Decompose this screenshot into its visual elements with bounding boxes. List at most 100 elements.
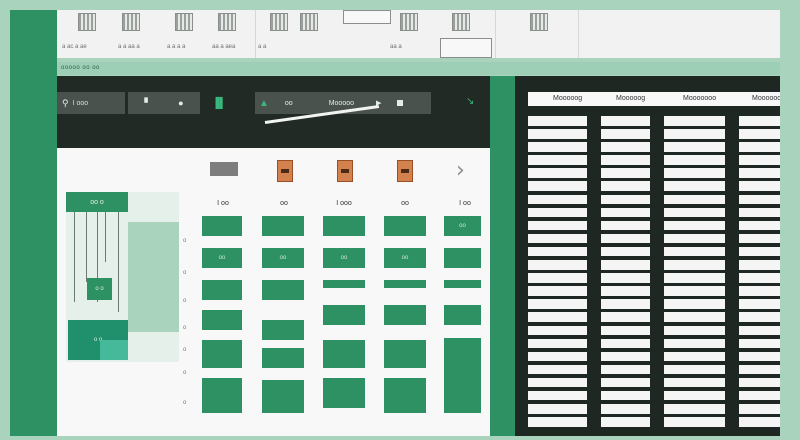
ribbon-icon-grid[interactable] xyxy=(300,13,318,31)
ribbon-icon-grid[interactable] xyxy=(530,13,548,31)
ribbon-dropdown[interactable] xyxy=(440,38,492,58)
bar-segment[interactable] xyxy=(262,320,304,340)
ribbon xyxy=(57,10,780,58)
bar-segment[interactable] xyxy=(202,310,242,330)
field-text: Mooooo xyxy=(328,99,354,107)
side-chart-fill xyxy=(128,222,179,332)
column-divider xyxy=(587,116,601,436)
bar-segment[interactable] xyxy=(323,340,365,368)
y-tick: o xyxy=(183,347,187,353)
column-divider xyxy=(650,116,664,436)
bar-header-cell[interactable] xyxy=(323,216,365,236)
bar-segment[interactable] xyxy=(444,280,481,288)
ribbon-divider xyxy=(255,10,256,58)
bar-segment[interactable]: oo xyxy=(262,248,304,268)
nav-back-button[interactable] xyxy=(210,162,238,176)
chart-line xyxy=(118,212,119,312)
bar-segment[interactable]: oo xyxy=(202,248,242,268)
side-chart-header[interactable]: oo o xyxy=(66,192,128,212)
bar-segment[interactable] xyxy=(384,305,426,325)
chart-line xyxy=(105,212,106,262)
right-column-header[interactable]: Mooooog xyxy=(616,95,645,102)
side-chart-marker[interactable]: o o xyxy=(87,278,112,300)
window-frame-left xyxy=(10,10,57,436)
toolbar-chart-button[interactable]: ▐▌ xyxy=(212,92,242,114)
bar-header-cell[interactable]: oo xyxy=(444,216,481,236)
folder-icon[interactable] xyxy=(337,160,353,182)
right-column-header[interactable]: Moooooo xyxy=(752,95,781,102)
ribbon-icon-grid[interactable] xyxy=(400,13,418,31)
toolbar-button-1[interactable]: ⚲ I ooo xyxy=(57,92,125,114)
diagonal-arrow-icon[interactable]: ↘ xyxy=(466,96,474,107)
chevron-right-icon[interactable]: › xyxy=(456,158,465,183)
ribbon-icon-grid[interactable] xyxy=(270,13,288,31)
side-chart-footer-accent xyxy=(100,340,128,360)
bar-segment[interactable] xyxy=(444,305,481,325)
bar-header-cell[interactable] xyxy=(384,216,426,236)
window-frame-right xyxy=(780,0,800,440)
square-icon xyxy=(397,100,404,106)
bar-header-cell[interactable] xyxy=(262,216,304,236)
bar-segment-label: oo xyxy=(279,255,287,261)
dot-icon: ● xyxy=(178,98,184,108)
bar-segment[interactable] xyxy=(202,280,242,300)
chart-line xyxy=(74,212,75,302)
status-strip-label: ooooo oo oo xyxy=(61,65,100,71)
side-chart-marker-label: o o xyxy=(95,286,104,292)
ribbon-icon-grid[interactable] xyxy=(218,13,236,31)
ribbon-label: aa a aea xyxy=(212,44,236,50)
bar-segment[interactable] xyxy=(262,380,304,413)
column-header: oo xyxy=(401,200,409,207)
bar-segment-label: oo xyxy=(401,255,409,261)
y-tick: o xyxy=(183,400,187,406)
right-column-header[interactable]: Mooooooo xyxy=(683,95,716,102)
bar-segment[interactable] xyxy=(323,378,365,408)
ribbon-icon-grid[interactable] xyxy=(175,13,193,31)
bar-segment-label: oo xyxy=(218,255,226,261)
bar-segment[interactable] xyxy=(384,280,426,288)
bar-segment[interactable] xyxy=(202,378,242,413)
bar-segment[interactable]: oo xyxy=(323,248,365,268)
ribbon-icon-grid[interactable] xyxy=(452,13,470,31)
bar-segment[interactable] xyxy=(323,280,365,288)
arrow-icon: ▲ xyxy=(259,97,269,109)
ribbon-divider xyxy=(578,10,579,58)
ribbon-label: aa a xyxy=(390,44,402,50)
chart-icon: ▐▌ xyxy=(212,97,227,109)
folder-icon[interactable] xyxy=(397,160,413,182)
y-tick: o xyxy=(183,370,187,376)
field-prefix: oo xyxy=(284,99,293,107)
bar-segment[interactable] xyxy=(323,305,365,325)
ribbon-icon-grid[interactable] xyxy=(78,13,96,31)
bar-segment[interactable] xyxy=(384,378,426,413)
ribbon-box[interactable] xyxy=(343,10,391,24)
y-tick: o xyxy=(183,270,187,276)
column-header: oo xyxy=(280,200,288,207)
right-column-header[interactable]: Mooooog xyxy=(553,95,582,102)
ribbon-label: a a a a xyxy=(167,44,186,50)
status-strip: ooooo oo oo xyxy=(57,62,780,75)
bar-segment[interactable] xyxy=(384,340,426,368)
bar-header-cell[interactable] xyxy=(202,216,242,236)
ribbon-icon-grid[interactable] xyxy=(122,13,140,31)
bar-header-label: oo xyxy=(459,223,466,229)
column-header: I oo xyxy=(459,200,471,207)
y-tick: o xyxy=(183,325,187,331)
bar-segment[interactable] xyxy=(444,248,481,268)
y-tick: o xyxy=(183,238,187,244)
ribbon-divider xyxy=(495,10,496,58)
column-header: I oo xyxy=(217,200,229,207)
bar-segment[interactable] xyxy=(262,348,304,368)
ribbon-label: a a aa a xyxy=(118,44,140,50)
bar-segment-label: oo xyxy=(340,255,348,261)
bar-segment[interactable] xyxy=(262,280,304,300)
chart-line xyxy=(86,212,87,282)
bar-segment[interactable]: oo xyxy=(384,248,426,268)
toolbar-button-2[interactable]: ▘ ● xyxy=(128,92,200,114)
toolbar-button-1-label: I ooo xyxy=(72,99,89,107)
bar-segment[interactable] xyxy=(444,338,481,413)
link-icon: ⚲ xyxy=(62,97,69,108)
bar-segment[interactable] xyxy=(202,340,242,368)
ribbon-label: a ac a ae xyxy=(62,44,87,50)
folder-icon[interactable] xyxy=(277,160,293,182)
